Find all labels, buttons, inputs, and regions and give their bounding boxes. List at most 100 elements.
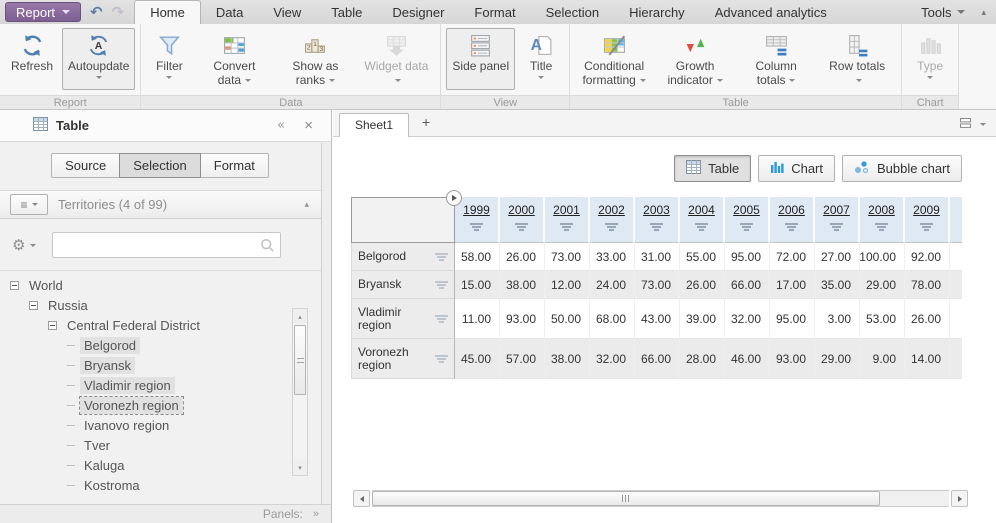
table-value-cell: 55.00	[680, 243, 725, 271]
scroll-down-icon[interactable]: ▾	[293, 460, 307, 475]
report-button[interactable]: Report	[5, 2, 81, 22]
chevron-down-icon[interactable]	[980, 123, 986, 126]
tree-item-label[interactable]: Kostroma	[80, 477, 144, 494]
year-link[interactable]: 2001	[553, 203, 580, 217]
add-sheet-button[interactable]: +	[409, 114, 443, 136]
side-panel-button[interactable]: Side panel	[446, 28, 515, 90]
year-link[interactable]: 2002	[598, 203, 625, 217]
year-link[interactable]: 2008	[868, 203, 895, 217]
undo-icon[interactable]: ↶	[90, 2, 103, 22]
filter-icon[interactable]	[695, 223, 708, 231]
scroll-up-icon[interactable]: ▴	[293, 309, 307, 324]
side-panel-tab-source[interactable]: Source	[51, 153, 120, 178]
sheet-tab[interactable]: Sheet1	[339, 113, 409, 137]
tree-item-label[interactable]: Voronezh region	[80, 397, 183, 414]
tree-item-label[interactable]: Tver	[80, 437, 114, 454]
filter-icon[interactable]	[920, 223, 933, 231]
menu-tab-advanced-analytics[interactable]: Advanced analytics	[700, 1, 842, 24]
hierarchy-menu-button[interactable]: ≡	[10, 194, 48, 215]
panels-bar: Panels: »	[0, 504, 331, 523]
menu-tab-hierarchy[interactable]: Hierarchy	[614, 1, 700, 24]
convert-data-button[interactable]: Convert data	[195, 28, 273, 90]
row-header-cell[interactable]: Bryansk	[351, 271, 455, 299]
show-as-ranks-button[interactable]: 213Show as ranks	[276, 28, 354, 90]
menu-tab-view[interactable]: View	[258, 1, 316, 24]
tree-item-label[interactable]: World	[25, 277, 67, 294]
close-panel-icon[interactable]: ×	[304, 117, 313, 134]
collapse-ribbon-icon[interactable]: ▴	[981, 7, 986, 18]
filter-icon[interactable]	[435, 355, 448, 363]
menu-tab-table[interactable]: Table	[316, 1, 377, 24]
tree-item-label[interactable]: Vladimir region	[80, 377, 175, 394]
year-header-cell: 2005	[725, 197, 770, 243]
filter-icon[interactable]	[875, 223, 888, 231]
tree-collapse-icon[interactable]	[29, 301, 38, 310]
settings-menu-button[interactable]: ⚙	[12, 236, 36, 254]
sheet-tabs: Sheet1	[333, 112, 409, 136]
filter-icon[interactable]	[560, 223, 573, 231]
menu-tab-home[interactable]: Home	[134, 0, 201, 24]
year-link[interactable]: 2006	[778, 203, 805, 217]
tree-item-label[interactable]: Russia	[44, 297, 92, 314]
tree-collapse-icon[interactable]	[10, 281, 19, 290]
side-panel-tab-selection[interactable]: Selection	[119, 153, 200, 178]
menu-tab-format[interactable]: Format	[459, 1, 530, 24]
row-totals-button[interactable]: Row totals	[818, 28, 896, 90]
filter-icon[interactable]	[830, 223, 843, 231]
filter-icon[interactable]	[650, 223, 663, 231]
panels-expand-icon[interactable]: »	[313, 508, 319, 520]
menu-tab-selection[interactable]: Selection	[531, 1, 614, 24]
expand-header-button[interactable]	[446, 190, 462, 206]
tree-item-label[interactable]: Bryansk	[80, 357, 135, 374]
filter-icon[interactable]	[435, 281, 448, 289]
tree-collapse-icon[interactable]	[48, 321, 57, 330]
scroll-left-icon[interactable]	[353, 490, 370, 507]
year-link[interactable]: 2009	[913, 203, 940, 217]
refresh-button[interactable]: Refresh	[5, 28, 59, 90]
menu-tab-data[interactable]: Data	[201, 1, 258, 24]
growth-indicator-button[interactable]: Growth indicator	[656, 28, 734, 90]
scrollbar-thumb[interactable]	[372, 491, 880, 506]
sheet-list-icon[interactable]	[959, 117, 972, 132]
autoupdate-button[interactable]: AAutoupdate	[62, 28, 135, 90]
tree-item-label[interactable]: Ivanovo region	[80, 417, 173, 434]
tree-item-label[interactable]: Belgorod	[80, 337, 140, 354]
view-button-table[interactable]: Table	[674, 155, 751, 182]
tree-item-label[interactable]: Kaluga	[80, 457, 128, 474]
chevron-down-icon	[640, 79, 646, 82]
row-header-cell[interactable]: Voronezh region	[351, 339, 455, 379]
search-input[interactable]	[52, 232, 281, 258]
conditional-formatting-button[interactable]: Conditional formatting	[575, 28, 653, 90]
filter-icon[interactable]	[435, 315, 448, 323]
view-button-bubble-chart[interactable]: Bubble chart	[842, 155, 962, 182]
filter-icon[interactable]	[605, 223, 618, 231]
main-area: Sheet1 + Table Chart Bubble chart 1999 2000…	[333, 110, 996, 523]
collapse-panel-icon[interactable]: «	[277, 118, 285, 133]
filter-button[interactable]: Filter	[146, 28, 192, 90]
menu-tab-designer[interactable]: Designer	[377, 1, 459, 24]
title-button[interactable]: ATitle	[518, 28, 564, 90]
collapse-section-icon[interactable]: ▴	[304, 199, 309, 210]
view-button-chart[interactable]: Chart	[758, 155, 835, 182]
side-panel-tab-format[interactable]: Format	[200, 153, 269, 178]
year-link[interactable]: 2007	[823, 203, 850, 217]
row-header-cell[interactable]: Vladimir region	[351, 299, 455, 339]
year-link[interactable]: 2005	[733, 203, 760, 217]
year-link[interactable]: 1999	[463, 203, 490, 217]
filter-icon[interactable]	[515, 223, 528, 231]
column-totals-button[interactable]: Column totals	[737, 28, 815, 90]
year-link[interactable]: 2003	[643, 203, 670, 217]
scroll-right-icon[interactable]	[951, 490, 968, 507]
scrollbar-track[interactable]	[372, 490, 949, 507]
filter-icon[interactable]	[470, 223, 483, 231]
tree-scrollbar-thumb[interactable]	[294, 325, 306, 395]
year-link[interactable]: 2004	[688, 203, 715, 217]
tree-item-label[interactable]: Central Federal District	[63, 317, 204, 334]
tools-menu[interactable]: Tools	[921, 5, 965, 20]
filter-icon[interactable]	[740, 223, 753, 231]
filter-icon[interactable]	[785, 223, 798, 231]
year-link[interactable]: 2000	[508, 203, 535, 217]
filter-icon[interactable]	[435, 253, 448, 261]
redo-icon[interactable]: ↷	[112, 2, 125, 22]
row-header-cell[interactable]: Belgorod	[351, 243, 455, 271]
